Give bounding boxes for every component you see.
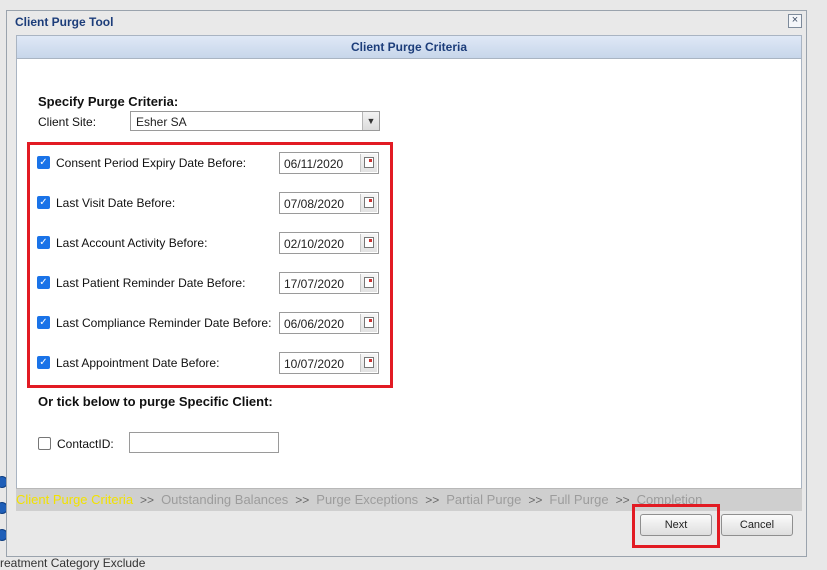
step-separator: >> [295, 493, 310, 507]
dialog-title: Client Purge Tool [15, 15, 114, 29]
last-appointment-label: Last Appointment Date Before: [56, 356, 220, 370]
contact-id-input[interactable] [129, 432, 279, 453]
chevron-down-icon[interactable]: ▼ [362, 112, 379, 130]
consent-expiry-label: Consent Period Expiry Date Before: [56, 156, 247, 170]
last-visit-date-field[interactable]: 07/08/2020 [279, 192, 379, 214]
criteria-panel: Client Purge Criteria Specify Purge Crit… [16, 35, 802, 511]
calendar-icon[interactable] [360, 194, 377, 212]
contact-id-checkbox[interactable] [38, 437, 51, 450]
step-separator: >> [528, 493, 543, 507]
patient-reminder-date-value: 17/07/2020 [284, 277, 345, 291]
background-label: reatment Category Exclude [0, 556, 146, 570]
last-appointment-checkbox[interactable]: ✓ [37, 356, 50, 369]
step-partial-purge: Partial Purge [446, 492, 522, 507]
contact-id-label: ContactID: [57, 437, 114, 451]
step-client-purge-criteria: Client Purge Criteria [16, 492, 134, 507]
cancel-button[interactable]: Cancel [721, 514, 793, 536]
consent-expiry-date-value: 06/11/2020 [284, 157, 344, 171]
specify-criteria-heading: Specify Purge Criteria: [38, 94, 179, 109]
next-button[interactable]: Next [640, 514, 712, 536]
step-separator: >> [140, 493, 155, 507]
compliance-reminder-date-field[interactable]: 06/06/2020 [279, 312, 379, 334]
panel-header: Client Purge Criteria [17, 36, 801, 59]
account-activity-checkbox[interactable]: ✓ [37, 236, 50, 249]
specific-client-heading: Or tick below to purge Specific Client: [38, 394, 273, 409]
patient-reminder-date-field[interactable]: 17/07/2020 [279, 272, 379, 294]
close-icon[interactable]: × [788, 14, 802, 28]
compliance-reminder-checkbox[interactable]: ✓ [37, 316, 50, 329]
account-activity-label: Last Account Activity Before: [56, 236, 208, 250]
last-appointment-date-value: 10/07/2020 [284, 357, 345, 371]
dialog-titlebar[interactable]: Client Purge Tool × [7, 11, 806, 33]
client-site-label: Client Site: [38, 115, 97, 129]
client-site-value: Esher SA [136, 115, 187, 129]
calendar-icon[interactable] [360, 154, 377, 172]
consent-expiry-checkbox[interactable]: ✓ [37, 156, 50, 169]
patient-reminder-checkbox[interactable]: ✓ [37, 276, 50, 289]
step-separator: >> [425, 493, 440, 507]
last-appointment-date-field[interactable]: 10/07/2020 [279, 352, 379, 374]
client-site-select[interactable]: Esher SA ▼ [130, 111, 380, 131]
client-purge-dialog: Client Purge Tool × Client Purge Criteri… [6, 10, 807, 557]
account-activity-date-value: 02/10/2020 [284, 237, 345, 251]
step-full-purge: Full Purge [549, 492, 609, 507]
compliance-reminder-label: Last Compliance Reminder Date Before: [56, 316, 272, 330]
step-purge-exceptions: Purge Exceptions [316, 492, 419, 507]
last-visit-date-value: 07/08/2020 [284, 197, 345, 211]
account-activity-date-field[interactable]: 02/10/2020 [279, 232, 379, 254]
calendar-icon[interactable] [360, 314, 377, 332]
last-visit-label: Last Visit Date Before: [56, 196, 176, 210]
calendar-icon[interactable] [360, 354, 377, 372]
calendar-icon[interactable] [360, 234, 377, 252]
consent-expiry-date-field[interactable]: 06/11/2020 [279, 152, 379, 174]
calendar-icon[interactable] [360, 274, 377, 292]
compliance-reminder-date-value: 06/06/2020 [284, 317, 345, 331]
patient-reminder-label: Last Patient Reminder Date Before: [56, 276, 246, 290]
last-visit-checkbox[interactable]: ✓ [37, 196, 50, 209]
step-outstanding-balances: Outstanding Balances [161, 492, 289, 507]
